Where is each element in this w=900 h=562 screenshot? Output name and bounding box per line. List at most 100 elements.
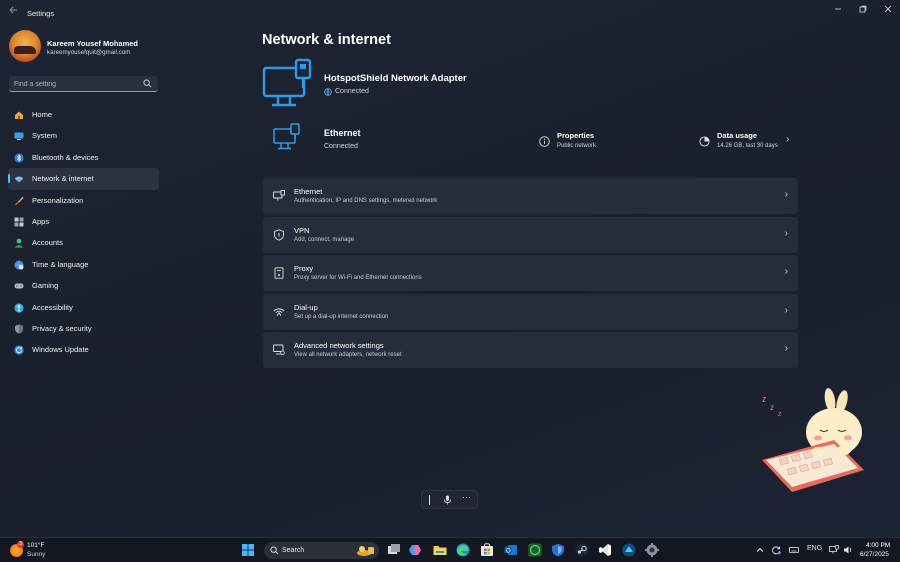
sidebar-item-windows-update[interactable]: Windows Update [8, 339, 159, 360]
ethernet-monitor-icon[interactable] [273, 123, 301, 151]
folder-icon[interactable] [433, 543, 447, 557]
store-icon[interactable] [480, 543, 494, 557]
avatar-car-graphic [14, 46, 36, 54]
back-button[interactable] [6, 5, 20, 19]
microphone-icon[interactable] [443, 495, 452, 505]
weather-temp[interactable]: 101°F [27, 542, 44, 549]
sidebar-item-time-language[interactable]: Time & language [8, 254, 159, 275]
sidebar-item-accounts[interactable]: Accounts [8, 232, 159, 253]
chevron-right-icon: › [784, 266, 788, 277]
shield-icon[interactable] [551, 543, 565, 557]
chevron-right-icon: › [784, 343, 788, 354]
vpn-shield-icon [274, 229, 284, 241]
outlook-icon[interactable]: O [504, 543, 518, 557]
taskbar-search[interactable]: Search [264, 542, 379, 559]
settings-search-box[interactable] [9, 76, 158, 92]
vpn-card[interactable]: VPN Add, connect, manage › [263, 217, 798, 253]
vscode-icon[interactable] [598, 543, 612, 557]
sidebar-item-label: Apps [32, 216, 50, 226]
sidebar-item-label: Time & language [32, 259, 89, 269]
sidebar-item-label: Accessibility [32, 302, 73, 312]
keyboard-icon[interactable] [789, 545, 799, 555]
page-title: Network & internet [262, 32, 391, 48]
data-usage-icon[interactable] [699, 136, 710, 147]
hotspot-icon[interactable] [622, 543, 636, 557]
adapter-name: HotspotShield Network Adapter [324, 73, 467, 84]
clock-date[interactable]: 6/27/2025 [860, 551, 889, 558]
sidebar-item-network[interactable]: Network & internet [8, 168, 159, 190]
data-usage-subtitle: 14.26 GB, last 30 days [717, 143, 778, 149]
sidebar-item-label: Accounts [32, 238, 63, 248]
voice-typing-toolbar[interactable]: ··· [421, 490, 478, 509]
sidebar-item-privacy-security[interactable]: Privacy & security [8, 318, 159, 339]
minimize-icon [835, 8, 841, 10]
dialup-card[interactable]: Dial-up Set up a dial-up internet connec… [263, 294, 798, 330]
xbox-icon[interactable] [528, 543, 542, 557]
sync-icon[interactable] [771, 545, 781, 555]
copilot-icon[interactable] [409, 543, 423, 557]
title-bar: Settings [0, 0, 900, 26]
sidebar-item-personalization[interactable]: Personalization [8, 190, 159, 211]
search-highlight-icon [357, 546, 374, 556]
taskbar: 3 101°F Sunny Search O ENG 4:00 PM 6/27/… [0, 537, 900, 562]
sidebar-nav: Home System Bluetooth & devices Network … [8, 104, 159, 361]
file-explorer-tasks-icon[interactable] [387, 543, 401, 557]
ethernet-status: Connected [324, 143, 358, 150]
home-icon [15, 111, 23, 119]
sidebar-item-accessibility[interactable]: Accessibility [8, 297, 159, 318]
network-icon[interactable] [829, 545, 839, 555]
proxy-card[interactable]: Proxy Proxy server for Wi-Fi and Etherne… [263, 255, 798, 291]
chevron-right-icon[interactable]: › [786, 134, 789, 145]
volume-icon[interactable] [843, 545, 853, 555]
dialup-icon [273, 308, 285, 317]
chevron-right-icon: › [784, 305, 788, 316]
profile-name: Kareem Yousef Mohamed [47, 39, 138, 48]
wifi-icon [14, 176, 24, 183]
sidebar-item-bluetooth[interactable]: Bluetooth & devices [8, 147, 159, 168]
card-subtitle: Authentication, IP and DNS settings, met… [294, 198, 438, 204]
globe-icon [324, 88, 332, 96]
monitor-icon [14, 132, 24, 141]
settings-gear-icon[interactable] [645, 543, 659, 557]
search-input[interactable] [14, 78, 139, 90]
ethernet-name[interactable]: Ethernet [324, 128, 361, 138]
bluetooth-icon [14, 153, 24, 163]
search-icon [270, 546, 279, 555]
ethernet-settings-card[interactable]: Ethernet Authentication, IP and DNS sett… [263, 178, 798, 214]
language-indicator[interactable]: ENG [807, 545, 822, 552]
clock-time[interactable]: 4:00 PM [866, 542, 890, 549]
steam-icon[interactable] [575, 543, 589, 557]
info-icon[interactable] [539, 136, 550, 147]
accessibility-icon [14, 302, 24, 313]
bunny-keyboard-sticker: z z z [762, 388, 864, 492]
data-usage-link[interactable]: Data usage [717, 131, 757, 140]
more-icon[interactable]: ··· [462, 492, 471, 502]
card-title: Dial-up [294, 303, 318, 312]
close-button[interactable] [877, 3, 899, 17]
sidebar-item-system[interactable]: System [8, 125, 159, 146]
card-title: Proxy [294, 264, 314, 273]
app-title: Settings [27, 9, 55, 18]
chevron-right-icon: › [784, 228, 788, 239]
globe-clock-icon [14, 260, 24, 270]
card-subtitle: Set up a dial-up internet connection [294, 314, 389, 320]
svg-text:z: z [770, 403, 774, 412]
close-icon [884, 5, 892, 13]
edge-icon[interactable] [456, 543, 470, 557]
minimize-button[interactable] [827, 3, 849, 17]
restore-button[interactable] [852, 3, 874, 17]
weather-desc[interactable]: Sunny [27, 551, 45, 558]
sidebar-item-label: Bluetooth & devices [32, 152, 99, 162]
person-icon [14, 238, 24, 248]
search-icon[interactable] [143, 79, 152, 88]
sidebar-item-gaming[interactable]: Gaming [8, 275, 159, 296]
sidebar-item-label: Windows Update [32, 345, 89, 355]
sidebar-item-home[interactable]: Home [8, 104, 159, 125]
chevron-up-icon[interactable] [755, 545, 765, 555]
arrow-left-icon [9, 6, 17, 14]
avatar[interactable] [9, 30, 41, 62]
sidebar-item-apps[interactable]: Apps [8, 211, 159, 232]
windows-start-icon[interactable] [242, 544, 254, 556]
properties-link[interactable]: Properties [557, 131, 594, 140]
advanced-network-card[interactable]: Advanced network settings View all netwo… [263, 332, 798, 368]
